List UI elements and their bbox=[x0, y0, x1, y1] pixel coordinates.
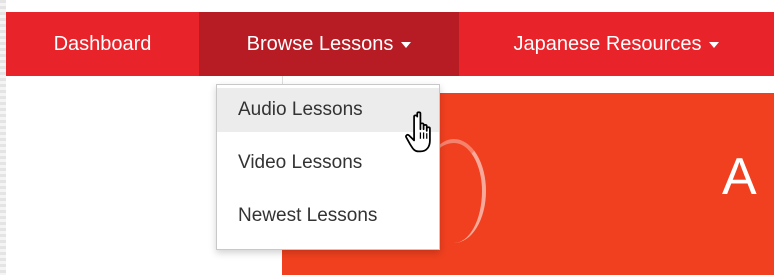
nav-dashboard-label: Dashboard bbox=[53, 32, 152, 55]
browse-lessons-dropdown: Audio Lessons Video Lessons Newest Lesso… bbox=[216, 84, 440, 250]
nav-japanese-resources[interactable]: Japanese Resources bbox=[459, 12, 774, 76]
nav-browse-lessons[interactable]: Browse Lessons bbox=[199, 12, 459, 76]
hero-heading: A bbox=[722, 148, 757, 206]
main-navbar: Dashboard Browse Lessons Japanese Resour… bbox=[6, 12, 774, 76]
dropdown-item-label: Newest Lessons bbox=[238, 205, 378, 226]
nav-dashboard[interactable]: Dashboard bbox=[6, 12, 199, 76]
caret-down-icon bbox=[401, 42, 412, 48]
nav-japanese-resources-label: Japanese Resources bbox=[513, 32, 702, 55]
nav-browse-lessons-label: Browse Lessons bbox=[246, 32, 394, 55]
caret-down-icon bbox=[709, 42, 720, 48]
dropdown-item-label: Audio Lessons bbox=[238, 99, 363, 120]
top-gap bbox=[6, 0, 774, 12]
dropdown-item-newest-lessons[interactable]: Newest Lessons bbox=[217, 194, 439, 238]
dropdown-item-label: Video Lessons bbox=[238, 152, 363, 173]
hand-pointer-icon bbox=[405, 111, 431, 153]
